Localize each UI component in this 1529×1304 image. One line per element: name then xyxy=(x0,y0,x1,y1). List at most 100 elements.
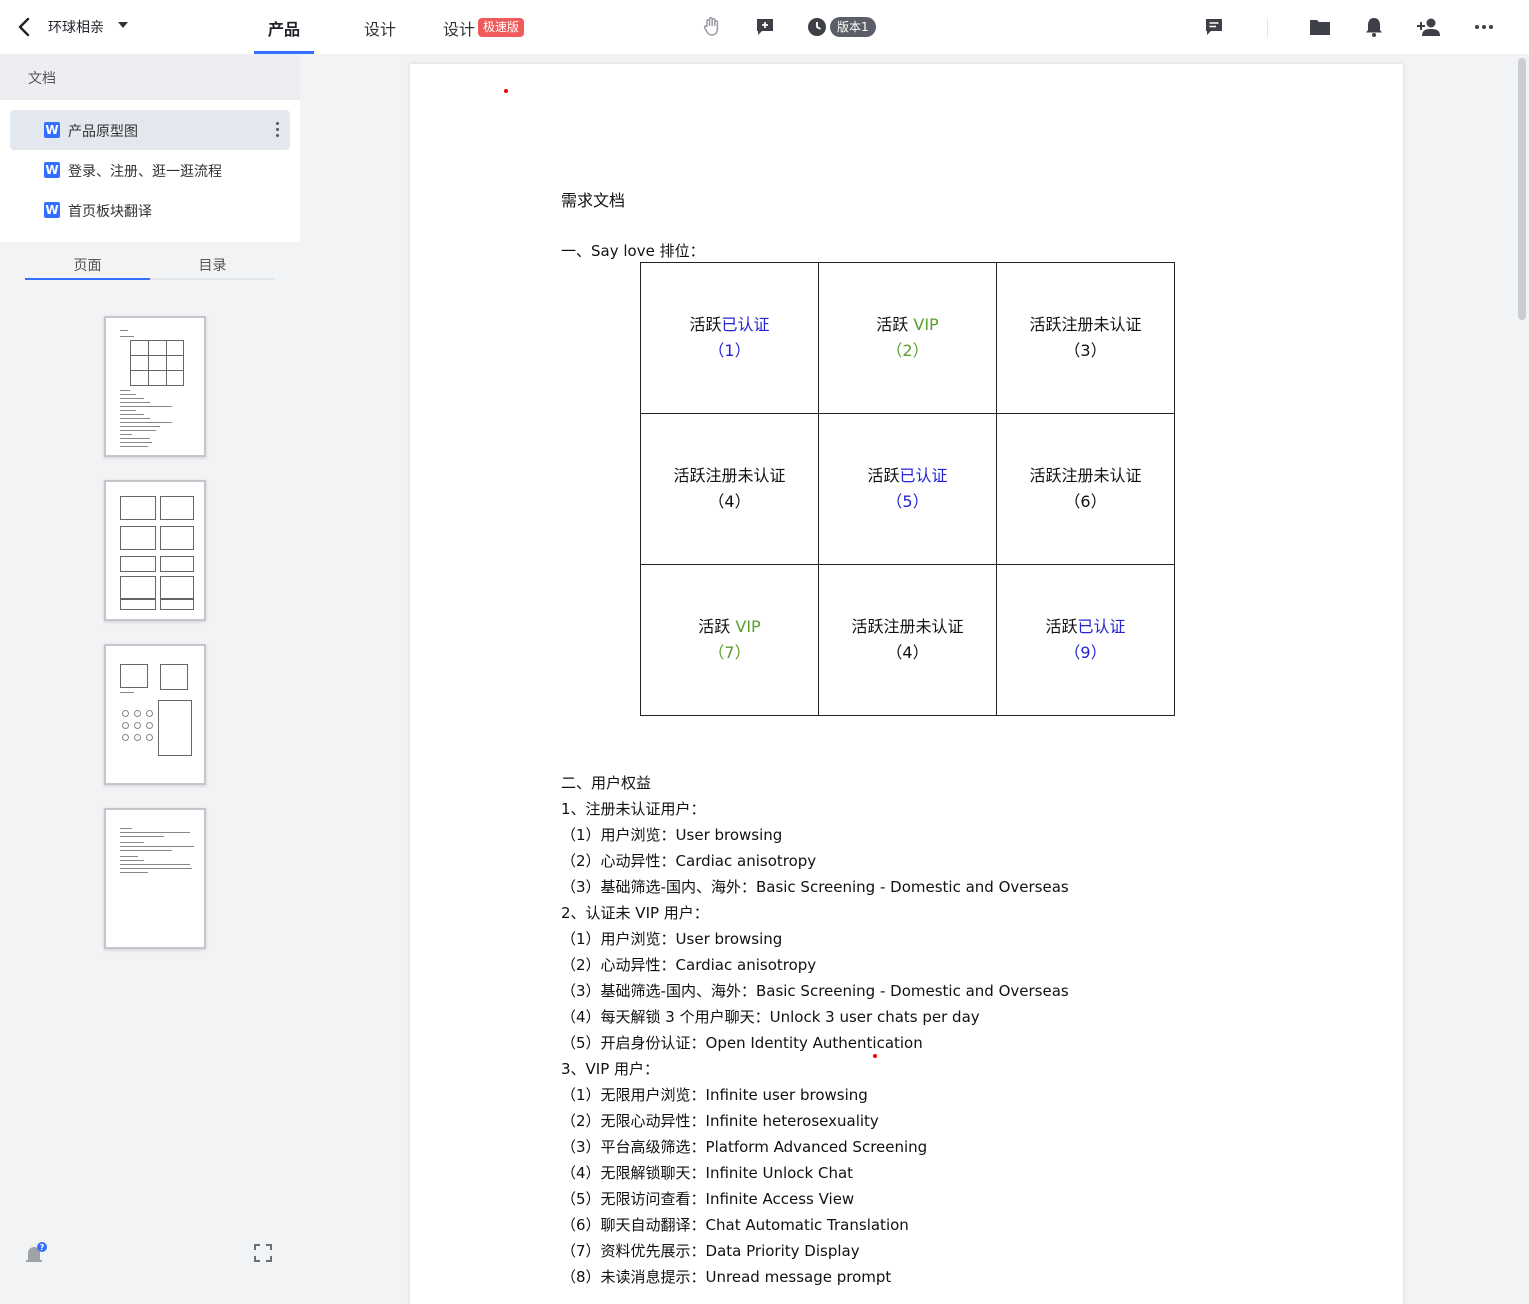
document-line: （5）开启身份认证：Open Identity Authentication xyxy=(561,1034,923,1052)
grid-cell: 活跃注册未认证 （4） xyxy=(818,564,997,716)
document-line: （8）未读消息提示：Unread message prompt xyxy=(561,1268,892,1286)
grid-cell: 活跃注册未认证 （4） xyxy=(640,413,819,565)
grid-cell-number: （6） xyxy=(1064,492,1107,511)
document-line: （2）心动异性：Cardiac anisotropy xyxy=(561,852,817,870)
more-horizontal-icon[interactable] xyxy=(1474,24,1494,30)
folder-icon[interactable] xyxy=(1309,17,1331,37)
document-page: 需求文档 一、Say love 排位： 活跃已认证 （1） 活跃 VIP （2） 活跃注… xyxy=(410,64,1403,1304)
document-line: （3）基础筛选-国内、海外：Basic Screening - Domestic… xyxy=(561,878,1069,896)
grid-cell-number: （2） xyxy=(886,341,929,360)
help-icon[interactable]: ? xyxy=(24,1241,48,1265)
grid-row: 活跃注册未认证 （4） 活跃已认证 （5） 活跃注册未认证 （6） xyxy=(640,413,1175,565)
project-name[interactable]: 环球相亲 xyxy=(48,17,104,37)
add-person-icon[interactable] xyxy=(1417,17,1441,37)
document-line: （3）基础筛选-国内、海外：Basic Screening - Domestic… xyxy=(561,982,1069,1000)
document-line: （2）无限心动异性：Infinite heterosexuality xyxy=(561,1112,879,1130)
document-viewer: 需求文档 一、Say love 排位： 活跃已认证 （1） 活跃 VIP （2） 活跃注… xyxy=(300,54,1529,1304)
history-clock-icon[interactable] xyxy=(807,17,827,37)
document-line: 3、VIP 用户： xyxy=(561,1060,660,1078)
docs-section-header: 文档 xyxy=(0,54,300,100)
grid-cell: 活跃 VIP （2） xyxy=(818,262,997,414)
grid-cell-status: 已认证 xyxy=(1077,617,1126,636)
doc-item-prototype[interactable]: W 产品原型图 xyxy=(10,110,290,150)
doc-list: W 产品原型图 W 登录、注册、逛一逛流程 W 首页板块翻译 xyxy=(0,100,300,242)
grid-cell: 活跃 VIP （7） xyxy=(640,564,819,716)
grid-cell-prefix: 活跃 xyxy=(689,315,722,334)
grid-cell-prefix: 活跃注册未认证 xyxy=(673,466,786,485)
page-thumbnail-1[interactable] xyxy=(104,316,206,457)
chevron-down-icon[interactable] xyxy=(118,22,128,28)
document-line: 2、认证未 VIP 用户： xyxy=(561,904,709,922)
user-rights-list: 二、用户权益 1、注册未认证用户： （1）用户浏览：User browsing （2）… xyxy=(561,770,1069,1290)
sidebar: 文档 W 产品原型图 W 登录、注册、逛一逛流程 W 首页板块翻译 页面 目录 xyxy=(0,54,300,1289)
grid-cell-label: 活跃注册未认证 xyxy=(641,463,818,489)
grid-cell-number: （4） xyxy=(886,643,929,662)
grid-cell-label: 活跃已认证 xyxy=(997,614,1174,640)
tab-product[interactable]: 产品 xyxy=(268,16,300,40)
word-doc-icon: W xyxy=(44,122,60,138)
document-line: （4）无限解锁聊天：Infinite Unlock Chat xyxy=(561,1164,854,1182)
active-tab-indicator xyxy=(25,278,150,280)
doc-item-login-flow[interactable]: W 登录、注册、逛一逛流程 xyxy=(10,150,290,190)
tab-outline[interactable]: 目录 xyxy=(150,255,275,275)
grid-cell-number: （1） xyxy=(708,341,751,360)
document-line: （1）无限用户浏览：Infinite user browsing xyxy=(561,1086,868,1104)
grid-cell-label: 活跃注册未认证 xyxy=(819,614,996,640)
docs-section-title: 文档 xyxy=(28,71,56,87)
grid-cell: 活跃已认证 （1） xyxy=(640,262,819,414)
svg-text:?: ? xyxy=(40,1243,45,1252)
fast-version-badge: 极速版 xyxy=(478,18,525,37)
grid-cell-label: 活跃 VIP xyxy=(641,614,818,640)
grid-row: 活跃已认证 （1） 活跃 VIP （2） 活跃注册未认证 （3） xyxy=(640,262,1175,414)
grid-cell-label: 活跃已认证 xyxy=(819,463,996,489)
section-heading: 一、Say love 排位： xyxy=(561,242,705,260)
back-arrow-icon[interactable] xyxy=(14,14,34,40)
document-line: （6）聊天自动翻译：Chat Automatic Translation xyxy=(561,1216,909,1234)
grid-cell-number: （7） xyxy=(708,643,751,662)
document-line: （1）用户浏览：User browsing xyxy=(561,930,783,948)
grid-cell-number: （9） xyxy=(1064,643,1107,662)
fullscreen-icon[interactable] xyxy=(254,1244,272,1262)
grid-cell-status: VIP xyxy=(735,617,761,636)
grid-cell: 活跃注册未认证 （3） xyxy=(996,262,1175,414)
grid-cell-label: 活跃注册未认证 xyxy=(997,312,1174,338)
document-title: 需求文档 xyxy=(561,191,626,210)
tab-design-fast[interactable]: 设计 xyxy=(443,16,475,40)
doc-item-label: 产品原型图 xyxy=(68,124,138,140)
grid-cell-label: 活跃注册未认证 xyxy=(997,463,1174,489)
toolbar-divider xyxy=(1267,18,1268,38)
grid-cell-prefix: 活跃 xyxy=(867,466,900,485)
more-vertical-icon[interactable] xyxy=(276,122,280,138)
add-comment-icon[interactable] xyxy=(755,17,775,37)
page-thumbnail-2[interactable] xyxy=(104,480,206,621)
doc-item-label: 登录、注册、逛一逛流程 xyxy=(68,164,222,180)
comment-icon[interactable] xyxy=(1204,17,1224,37)
hand-icon[interactable] xyxy=(701,15,723,37)
vertical-scrollbar[interactable] xyxy=(1518,58,1526,320)
grid-cell-prefix: 活跃 xyxy=(1045,617,1078,636)
grid-cell-status: VIP xyxy=(913,315,939,334)
grid-cell-prefix: 活跃注册未认证 xyxy=(851,617,964,636)
tab-pages[interactable]: 页面 xyxy=(25,255,150,275)
grid-cell-number: （5） xyxy=(886,492,929,511)
grid-cell: 活跃已认证 （5） xyxy=(818,413,997,565)
page-thumbnail-4[interactable] xyxy=(104,808,206,949)
word-doc-icon: W xyxy=(44,202,60,218)
bell-icon[interactable] xyxy=(1365,16,1383,38)
document-line: （5）无限访问查看：Infinite Access View xyxy=(561,1190,855,1208)
grid-cell-label: 活跃 VIP xyxy=(819,312,996,338)
page-thumbnail-3[interactable] xyxy=(104,644,206,785)
version-pill[interactable]: 版本1 xyxy=(830,17,876,37)
grid-cell-status: 已认证 xyxy=(899,466,948,485)
grid-cell-number: （3） xyxy=(1064,341,1107,360)
grid-cell-status: 已认证 xyxy=(721,315,770,334)
grid-cell-number: （4） xyxy=(708,492,751,511)
word-doc-icon: W xyxy=(44,162,60,178)
document-line: （3）平台高级筛选：Platform Advanced Screening xyxy=(561,1138,928,1156)
document-line: （7）资料优先展示：Data Priority Display xyxy=(561,1242,860,1260)
document-line: （1）用户浏览：User browsing xyxy=(561,826,783,844)
tab-design[interactable]: 设计 xyxy=(364,16,396,40)
doc-item-home-translation[interactable]: W 首页板块翻译 xyxy=(10,190,290,230)
grid-cell-prefix: 活跃注册未认证 xyxy=(1029,315,1142,334)
ranking-grid: 活跃已认证 （1） 活跃 VIP （2） 活跃注册未认证 （3） 活跃注册未认证 （4） 活跃已… xyxy=(640,262,1175,716)
